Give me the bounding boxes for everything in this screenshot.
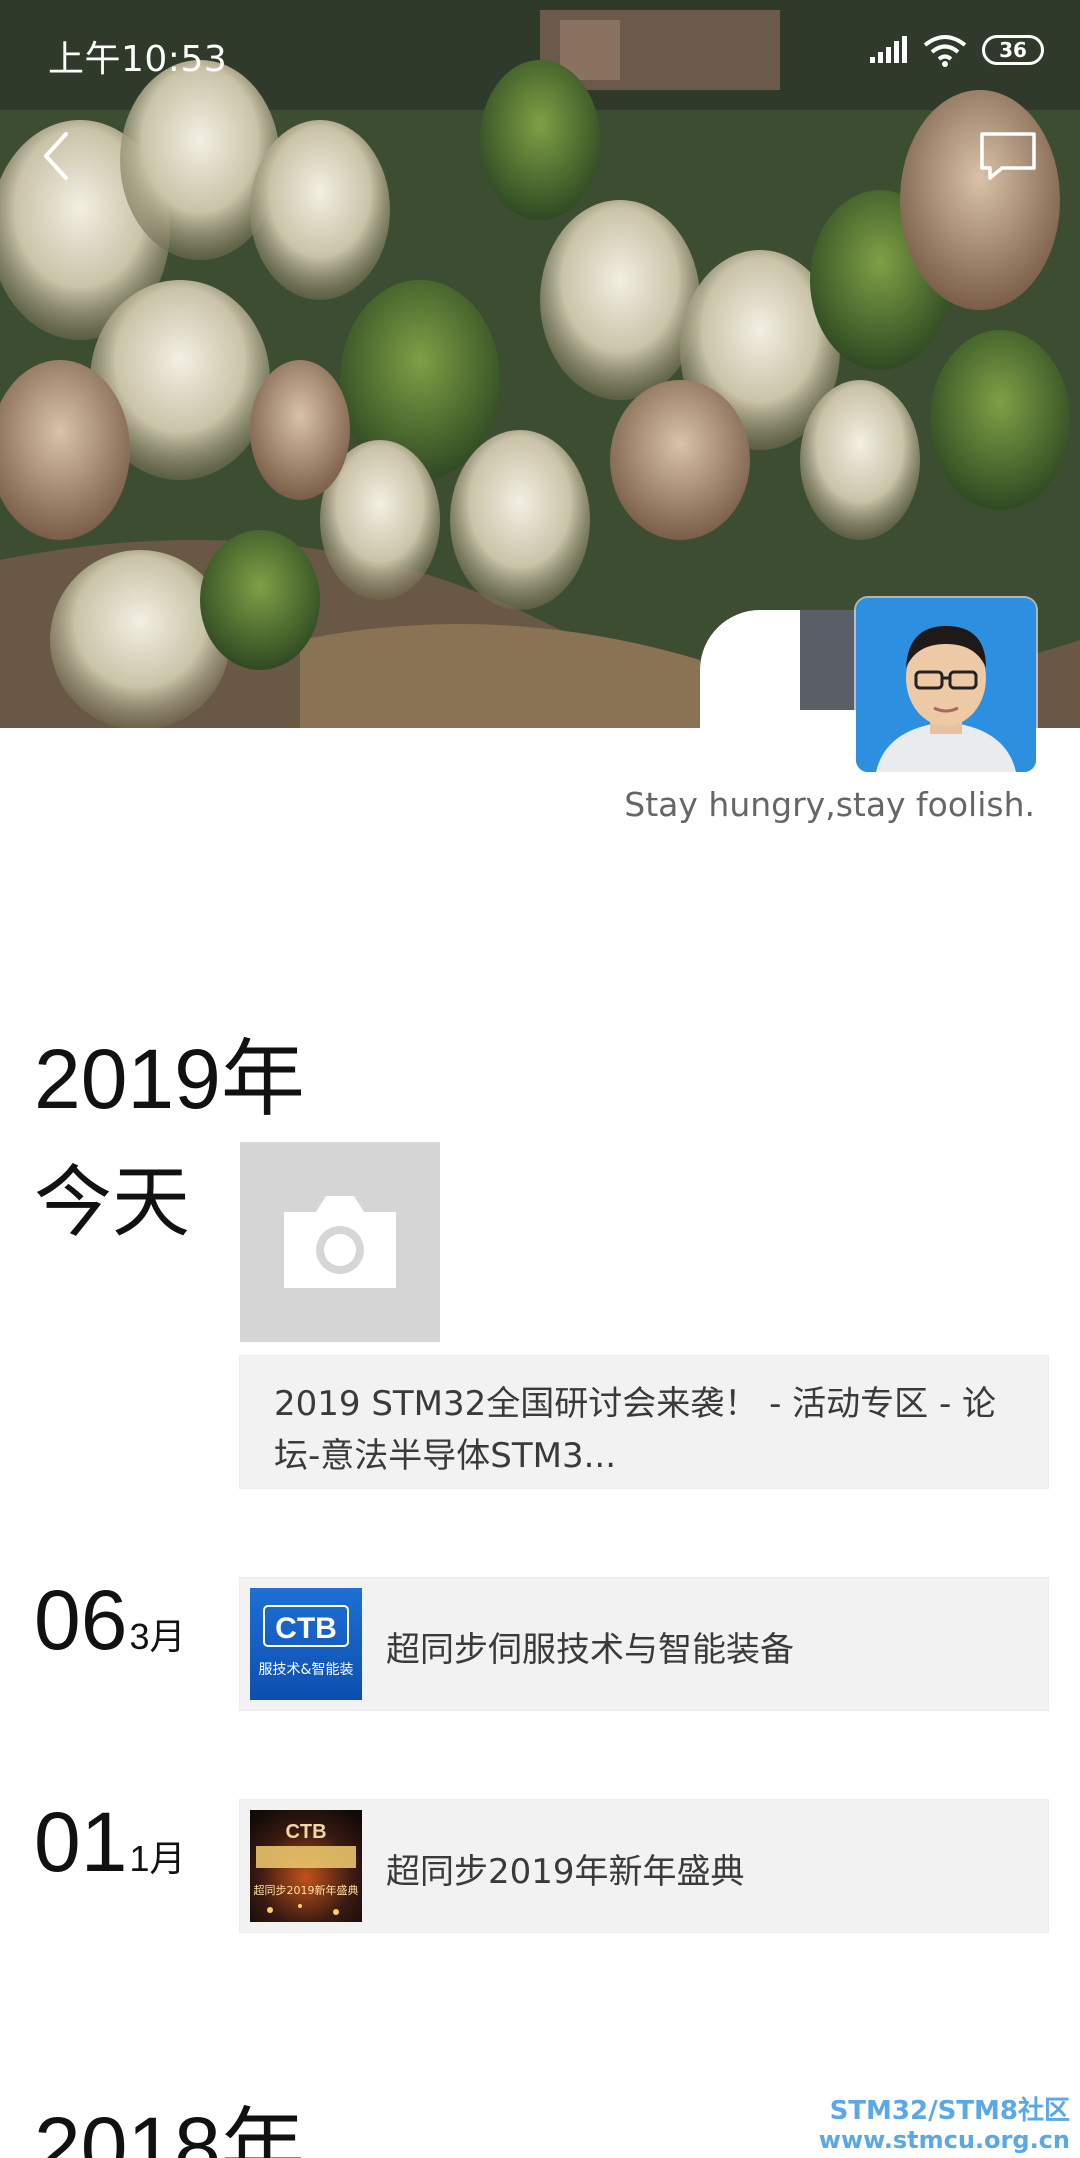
status-bar: 上午10:53 36 [0,0,1080,100]
thumb-label: CTB [285,1821,326,1843]
avatar-portrait-image [856,598,1036,772]
link-thumbnail: CTB 服技术&智能装 [250,1588,362,1700]
back-button[interactable] [32,126,80,186]
entry-month: 1月 [129,1838,186,1879]
camera-icon [284,1196,396,1288]
shared-link-title: 超同步伺服技术与智能装备 [386,1630,794,1670]
entry-day: 06 [34,1573,128,1667]
ctb-thumbnail-image: CTB 服技术&智能装 [250,1588,362,1700]
shared-link-card[interactable]: CTB 超同步2019新年盛典 超同步2019年新年盛典 [240,1800,1048,1932]
profile-signature: Stay hungry,stay foolish. [624,785,1035,824]
shared-link-title: 2019 STM32全国研讨会来袭！ - 活动专区 - 论坛-意法半导体STM3… [274,1384,997,1476]
thumb-label: CTB [275,1612,337,1645]
thumb-sub: 超同步2019新年盛典 [254,1883,359,1897]
signal-icon [870,36,907,63]
entry-month: 3月 [129,1616,186,1657]
status-time: 上午10:53 [48,39,228,80]
newyear-thumbnail-image: CTB 超同步2019新年盛典 [250,1810,362,1922]
photo-placeholder[interactable] [240,1142,440,1342]
shared-link-title: 超同步2019年新年盛典 [386,1852,745,1892]
watermark-line1: STM32/STM8社区 [829,2096,1070,2126]
avatar[interactable] [856,598,1036,772]
watermark-line2: www.stmcu.org.cn [818,2126,1070,2154]
thumb-sub: 服技术&智能装 [259,1662,354,1678]
entry-day: 01 [34,1795,128,1889]
year-heading-2019: 2019年 [34,1032,305,1126]
shared-link-card[interactable]: CTB 服技术&智能装 超同步伺服技术与智能装备 [240,1578,1048,1710]
entry-date: 011月 [34,1794,185,1891]
battery-icon: 36 [982,35,1044,65]
status-icons: 36 [868,30,1044,70]
message-button[interactable] [978,130,1038,182]
message-bubble-icon [980,132,1036,180]
wifi-icon [923,35,967,67]
link-thumbnail: CTB 超同步2019新年盛典 [250,1810,362,1922]
chevron-left-icon [44,132,68,180]
year-heading-2018: 2018年 [34,2100,305,2158]
entry-date: 063月 [34,1572,185,1669]
today-label: 今天 [34,1158,191,1248]
moments-page: 上午10:53 36 Stay hungry,stay foolish. 201… [0,0,1080,2158]
site-watermark: STM32/STM8社区 www.stmcu.org.cn [819,2096,1070,2154]
shared-link-card[interactable]: 2019 STM32全国研讨会来袭！ - 活动专区 - 论坛-意法半导体STM3… [240,1356,1048,1488]
battery-level: 36 [999,38,1027,62]
